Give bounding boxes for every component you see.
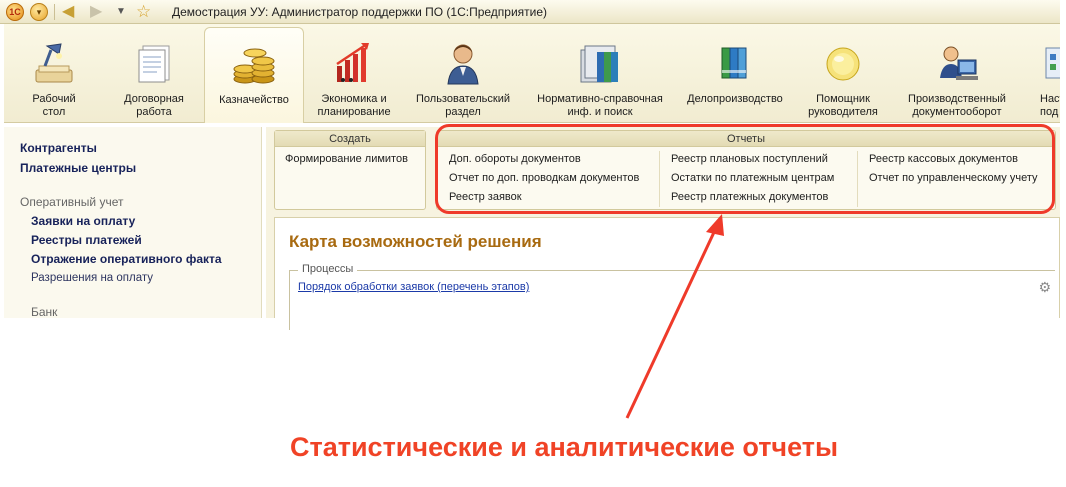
- app-window: 1C ▾ ◀ ▶ ▼ ☆ Демострация УУ: Администрат…: [0, 0, 1066, 487]
- annotation-arrow: [625, 214, 724, 419]
- annotation-caption: Статистические и аналитические отчеты: [290, 432, 839, 462]
